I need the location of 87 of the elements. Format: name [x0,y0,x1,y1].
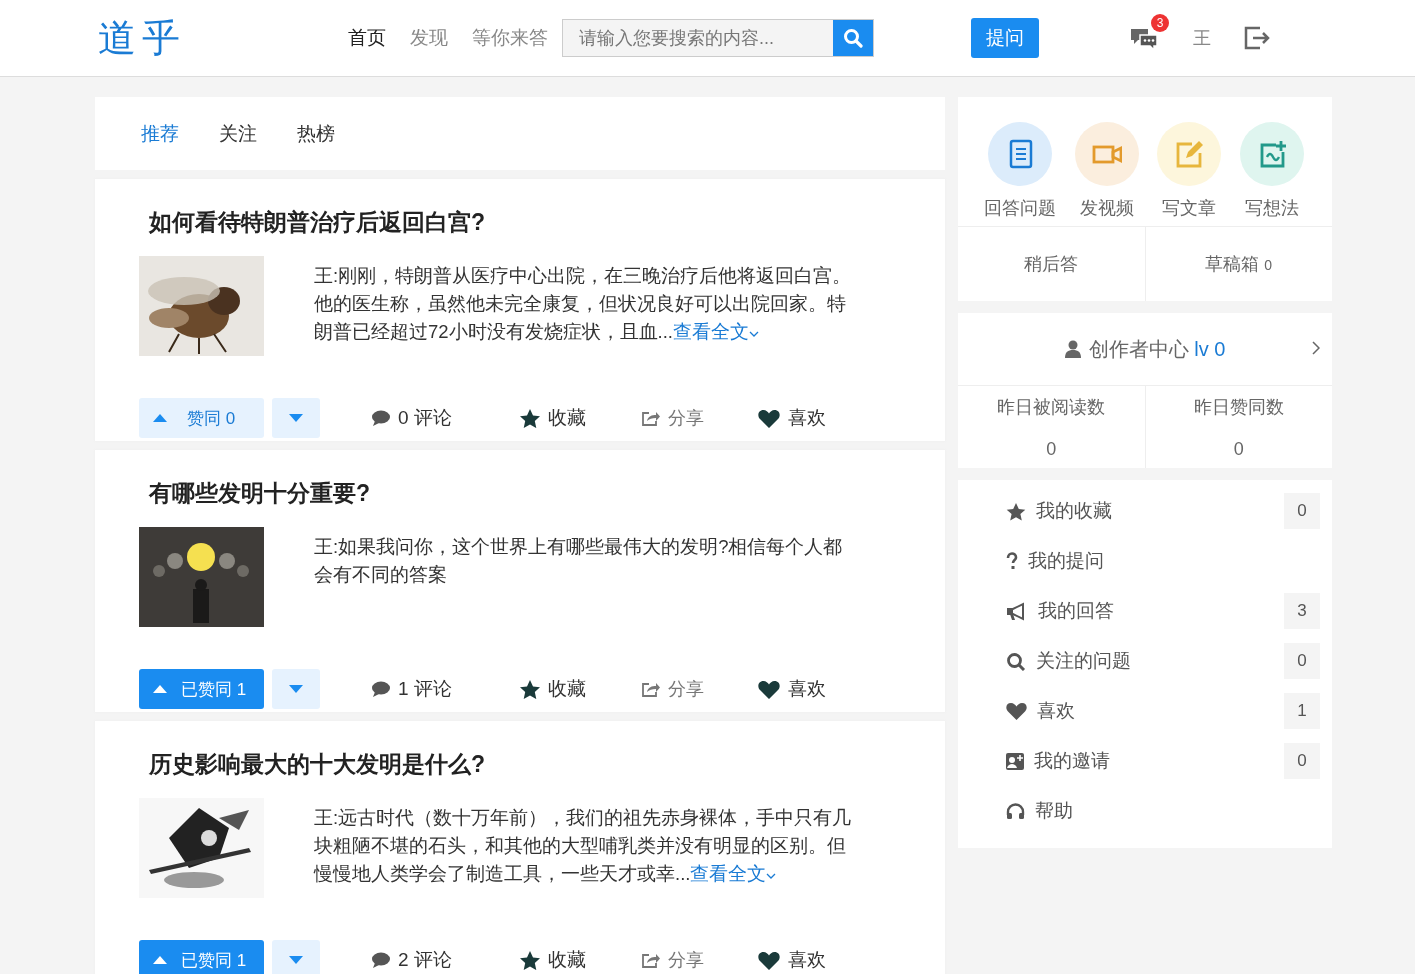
count-badge: 3 [1284,593,1320,629]
upvote-button[interactable]: 赞同 0 [139,398,264,438]
menu-link[interactable]: 帮助 [1006,798,1320,824]
message-badge: 3 [1151,14,1169,32]
action-button[interactable]: 回答问题 [978,121,1062,226]
collect-link[interactable]: 收藏 [520,405,642,431]
search-button[interactable] [833,20,873,56]
collect-link[interactable]: 收藏 [520,947,642,973]
share-icon [642,681,660,697]
count-badge: 0 [1284,493,1320,529]
edit-icon [1174,139,1205,169]
site-logo[interactable]: 道乎 [98,12,348,64]
comment-icon [372,410,390,426]
star-icon [520,408,540,428]
user-icon [1064,340,1081,358]
comment-link[interactable]: 1 评论 [372,676,520,702]
chevron-right-icon [1312,341,1320,355]
heart-icon [758,408,780,428]
menu-link[interactable]: 我的回答 [1006,598,1284,624]
count-badge: 1 [1284,693,1320,729]
star-icon [520,950,540,970]
menu-link[interactable]: 关注的问题 [1006,648,1284,674]
nav-link[interactable]: 发现 [410,25,448,51]
stat-value: 0 [1233,438,1244,460]
read-more-link[interactable]: 查看全文 [690,863,777,884]
menu-link[interactable]: 我的收藏 [1006,498,1284,524]
search-icon [1006,651,1026,671]
caret-up-icon [153,956,167,964]
count-badge: 0 [1284,643,1320,679]
question-icon [1006,551,1018,571]
post-title[interactable]: 如何看待特朗普治疗后返回白宫? [149,207,901,238]
share-icon [642,410,660,426]
like-link[interactable]: 喜欢 [758,405,826,431]
share-link[interactable]: 分享 [642,406,758,430]
caret-up-icon [153,414,167,422]
post-title[interactable]: 有哪些发明十分重要? [149,478,901,509]
menu-link[interactable]: 喜欢 [1006,698,1284,724]
downvote-button[interactable] [272,398,320,438]
chevron-down-icon [749,330,759,338]
comment-link[interactable]: 2 评论 [372,947,520,973]
later-link[interactable]: 稍后答 [1024,252,1079,276]
count-badge: 0 [1284,743,1320,779]
post-excerpt: 王:如果我问你，这个世界上有哪些最伟大的发明?相信每个人都会有不同的答案 [314,535,844,587]
feed-tab[interactable]: 关注 [219,120,257,147]
user-name[interactable]: 王 [1193,26,1211,50]
stat-label: 昨日被阅读数 [997,395,1106,419]
caret-down-icon [289,414,303,422]
search-icon [843,28,863,48]
menu-link[interactable]: 我的提问 [1006,548,1320,574]
comment-link[interactable]: 0 评论 [372,405,520,431]
downvote-button[interactable] [272,940,320,974]
share-icon [642,952,660,968]
comment-icon [372,952,390,968]
read-more-link[interactable]: 查看全文 [673,321,759,342]
like-link[interactable]: 喜欢 [758,676,826,702]
caret-down-icon [289,956,303,964]
chevron-down-icon [766,872,777,880]
logout-icon [1243,25,1271,51]
collect-link[interactable]: 收藏 [520,676,642,702]
heart-icon [758,679,780,699]
add-user-icon [1006,751,1024,771]
feed-tab[interactable]: 热榜 [297,120,335,147]
share-link[interactable]: 分享 [642,677,758,701]
menu-link[interactable]: 我的邀请 [1006,748,1284,774]
stat-value: 0 [1046,438,1057,460]
like-link[interactable]: 喜欢 [758,947,826,973]
creator-center-link[interactable]: 创作者中心 lv 0 [1088,335,1226,363]
star-icon [1006,501,1026,521]
chat-icon [1129,26,1159,50]
share-link[interactable]: 分享 [642,948,758,972]
drafts-link[interactable]: 草稿箱 0 [1205,252,1273,276]
post-excerpt: 王:刚刚，特朗普从医疗中心出院，在三晚治疗后他将返回白宫。他的医生称，虽然他未完全康复，但状况良好可以出院回家。特朗普已经超过72小时没有发烧症状，且血...查看全文 [314,264,853,344]
search-field[interactable]: 请输入您要搜索的内容... [562,19,874,57]
caret-up-icon [153,685,167,693]
feed-tab[interactable]: 推荐 [141,120,179,147]
post-title[interactable]: 历史影响最大的十大发明是什么? [149,749,901,780]
heart-icon [1006,701,1027,721]
nav-link[interactable]: 首页 [348,25,386,51]
heart-icon [758,950,780,970]
star-icon [520,679,540,699]
headphones-icon [1006,801,1025,821]
nav-link[interactable]: 等你来答 [472,25,548,51]
downvote-button[interactable] [272,669,320,709]
post-excerpt: 王:远古时代（数十万年前），我们的祖先赤身裸体，手中只有几块粗陋不堪的石头，和其他的大型哺乳类并没有明显的区别。但慢慢地人类学会了制造工具，一些天才或幸...查看全文 [314,806,853,886]
comment-icon [372,681,390,697]
stat-label: 昨日赞同数 [1193,395,1284,419]
caret-down-icon [289,685,303,693]
